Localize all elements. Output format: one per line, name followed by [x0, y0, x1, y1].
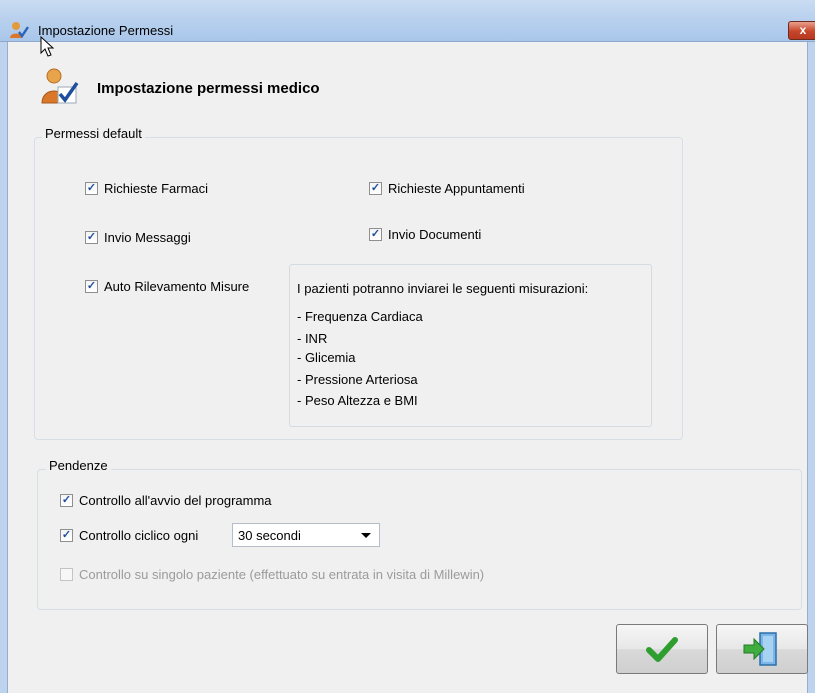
checkbox-invio-messaggi[interactable]: ✓ Invio Messaggi: [85, 230, 191, 245]
checkbox-box[interactable]: ✓: [369, 182, 382, 195]
window-title: Impostazione Permessi: [38, 23, 174, 38]
checkbox-box[interactable]: ✓: [60, 494, 73, 507]
permessi-default-legend: Permessi default: [42, 126, 145, 141]
checkbox-richieste-appuntamenti[interactable]: ✓ Richieste Appuntamenti: [369, 181, 525, 196]
checkbox-auto-rilevamento-misure[interactable]: ✓ Auto Rilevamento Misure: [85, 279, 249, 294]
checkbox-box[interactable]: [60, 568, 73, 581]
checkmark-icon: [646, 637, 678, 662]
checkbox-label: Invio Messaggi: [104, 230, 191, 245]
mouse-cursor-icon: [40, 36, 54, 57]
checkbox-box[interactable]: ✓: [85, 182, 98, 195]
info-list-item: - Pressione Arteriosa: [297, 372, 418, 387]
check-icon: ✓: [61, 494, 72, 506]
checkbox-label: Richieste Farmaci: [104, 181, 209, 196]
check-icon: ✓: [86, 231, 97, 243]
checkbox-controllo-ciclico[interactable]: ✓ Controllo ciclico ogni: [60, 528, 198, 543]
user-check-icon: [41, 68, 79, 104]
checkbox-controllo-singolo-paziente[interactable]: Controllo su singolo paziente (effettuat…: [60, 567, 484, 582]
check-icon: ✓: [86, 280, 97, 292]
confirm-button[interactable]: [616, 624, 708, 674]
info-list-item: - INR: [297, 331, 328, 346]
checkbox-invio-documenti[interactable]: ✓ Invio Documenti: [369, 227, 481, 242]
title-bar: Impostazione Permessi x: [0, 0, 815, 42]
checkbox-box[interactable]: ✓: [85, 280, 98, 293]
page-title: Impostazione permessi medico: [97, 80, 320, 97]
checkbox-box[interactable]: ✓: [369, 228, 382, 241]
close-button[interactable]: x: [788, 21, 815, 40]
checkbox-richieste-farmaci[interactable]: ✓ Richieste Farmaci: [85, 181, 208, 196]
checkbox-label: Invio Documenti: [388, 227, 482, 242]
checkbox-label: Controllo su singolo paziente (effettuat…: [79, 567, 485, 582]
close-icon: x: [799, 23, 807, 37]
misurazioni-info-panel: I pazienti potranno inviarei le seguenti…: [289, 264, 652, 427]
check-icon: ✓: [61, 529, 72, 541]
user-check-icon: [10, 22, 29, 39]
exit-door-icon: [743, 632, 777, 666]
checkbox-label: Auto Rilevamento Misure: [104, 279, 250, 294]
window-border-right: [807, 42, 815, 693]
checkbox-label: Controllo all'avvio del programma: [79, 493, 272, 508]
info-list-item: - Glicemia: [297, 350, 356, 365]
checkbox-box[interactable]: ✓: [85, 231, 98, 244]
checkbox-box[interactable]: ✓: [60, 529, 73, 542]
checkbox-controllo-avvio[interactable]: ✓ Controllo all'avvio del programma: [60, 493, 272, 508]
exit-button[interactable]: [716, 624, 808, 674]
interval-select-value: 30 secondi: [238, 528, 301, 543]
chevron-down-icon[interactable]: [361, 533, 371, 538]
check-icon: ✓: [86, 182, 97, 194]
checkbox-label: Richieste Appuntamenti: [388, 181, 525, 196]
checkbox-label: Controllo ciclico ogni: [79, 528, 199, 543]
info-list-item: - Peso Altezza e BMI: [297, 393, 418, 408]
info-intro-text: I pazienti potranno inviarei le seguenti…: [297, 281, 589, 296]
check-icon: ✓: [370, 182, 381, 194]
window-border-left: [0, 42, 8, 693]
pendenze-legend: Pendenze: [46, 458, 111, 473]
info-list-item: - Frequenza Cardiaca: [297, 309, 423, 324]
check-icon: ✓: [370, 228, 381, 240]
interval-select[interactable]: 30 secondi: [232, 523, 380, 547]
